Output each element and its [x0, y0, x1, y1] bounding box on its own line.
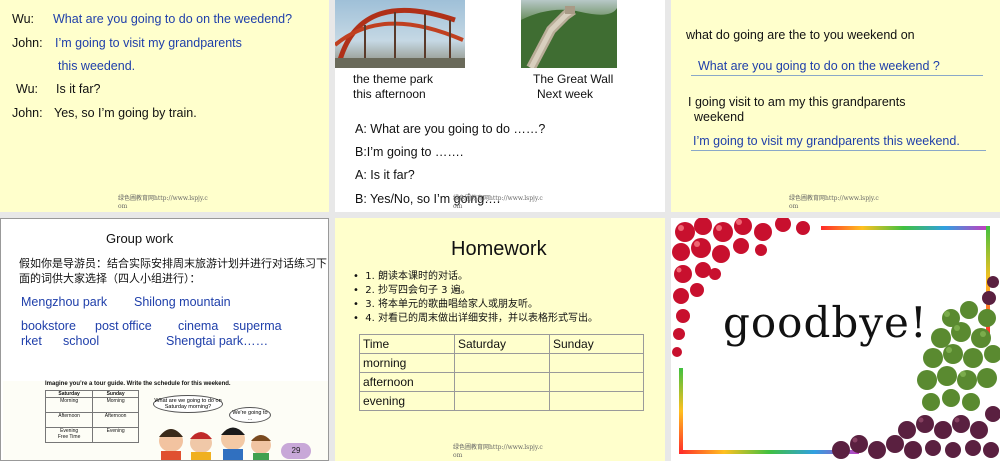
- cartoon-kids-illustration: [159, 427, 271, 460]
- textbook-image: Imagine you’re a tour guide. Write the s…: [3, 381, 328, 460]
- slide-1-dialogue[interactable]: Wu: What are you going to do on the weed…: [0, 0, 329, 212]
- mini-cell: Morning: [44, 397, 94, 413]
- answer-underline-2: [691, 150, 986, 151]
- mini-cell: Evening Free Time: [44, 427, 94, 443]
- theme-park-photo: [335, 0, 465, 68]
- place-supermarket: superma: [233, 319, 282, 333]
- pattern-question-1: A: What are you going to do ……?: [355, 122, 546, 136]
- speech-bubble-1: What are we going to do on Saturday morn…: [153, 395, 223, 413]
- bubble-text-1: What are we going to do on Saturday morn…: [154, 398, 222, 410]
- place-cinema: cinema: [178, 319, 219, 333]
- table-cell: [549, 353, 644, 373]
- table-cell-evening: evening: [359, 391, 455, 411]
- mini-cell: Evening: [92, 427, 139, 443]
- watermark: 绿色圃教育网http://www.lspjy.c om: [118, 195, 208, 210]
- image-caption: Imagine you’re a tour guide. Write the s…: [45, 381, 231, 387]
- page-number-badge: 29: [281, 443, 311, 459]
- answer-sentence-2: I’m going to visit my grandparents this …: [693, 134, 960, 148]
- place-mengzhou-park: Mengzhou park: [21, 295, 108, 309]
- slide-title: Group work: [106, 231, 174, 246]
- instruction-line-2: 面的词供大家选择（四人小组进行）：: [19, 272, 201, 285]
- answer-sentence-1: What are you going to do on the weekend …: [698, 59, 940, 73]
- slide-6-goodbye[interactable]: goodbye!: [671, 218, 1000, 461]
- homework-item: • 3. 将本单元的歌曲唱给家人或朋友听。: [353, 299, 538, 310]
- great-wall-photo: [521, 0, 617, 71]
- line-wu-2: Is it far?: [56, 82, 101, 96]
- place-school: school: [63, 334, 100, 348]
- scrambled-sentence-2: I going visit to am my this grandparents: [688, 95, 906, 109]
- table-cell-afternoon: afternoon: [359, 372, 455, 392]
- table-cell-morning: morning: [359, 353, 455, 373]
- table-header-time: Time: [359, 334, 455, 354]
- line-wu-1: What are you going to do on the weedend?: [53, 12, 293, 26]
- slide-2-places[interactable]: the theme park this afternoon The Great …: [335, 0, 665, 212]
- goodbye-text: goodbye!: [723, 298, 928, 347]
- answer-underline-1: [691, 75, 983, 76]
- mini-cell: Morning: [92, 397, 139, 413]
- place-supermarket-cont: rket: [21, 334, 42, 348]
- table-cell: [454, 372, 550, 392]
- mini-cell: Saturday: [44, 390, 94, 398]
- mini-cell: Afternoon: [92, 412, 139, 428]
- table-cell: [454, 391, 550, 411]
- watermark: 绿色圃教育网http://www.lspjy.c om: [453, 195, 543, 210]
- watermark: 绿色圃教育网http://www.lspjy.c om: [453, 444, 543, 459]
- table-cell: [454, 353, 550, 373]
- speaker-wu-1: Wu:: [12, 12, 34, 26]
- table-header-saturday: Saturday: [454, 334, 550, 354]
- instruction-line-1: 假如你是导游员：结合实际安排周末旅游计划并进行对话练习下: [19, 257, 327, 270]
- mini-schedule-table: Saturday Sunday Morning Morning Afternoon A…: [44, 390, 139, 443]
- mini-cell: Afternoon: [44, 412, 94, 428]
- homework-item: • 1. 朗读本课时的对话。: [353, 271, 468, 282]
- slide-title: Homework: [451, 238, 547, 260]
- slide-5-homework[interactable]: Homework • 1. 朗读本课时的对话。 • 2. 抄写四会句子 3 遍。…: [335, 218, 665, 461]
- speaker-wu-2: Wu:: [16, 82, 38, 96]
- homework-item: • 4. 对看已的周末做出详细安排，并以表格形式写出。: [353, 313, 598, 324]
- speaker-john-1: John:: [12, 36, 43, 50]
- line-john-1-cont: this weedend.: [58, 59, 136, 73]
- caption-great-wall: The Great Wall Next week: [533, 72, 614, 101]
- place-shilong-mountain: Shilong mountain: [134, 295, 231, 309]
- pattern-question-2: A: Is it far?: [355, 168, 415, 182]
- watermark: 绿色圃教育网http://www.lspjy.c om: [789, 195, 879, 210]
- slide-4-group-work[interactable]: Group work 假如你是导游员：结合实际安排周末旅游计划并进行对话练习下 …: [0, 218, 329, 461]
- homework-list: • 1. 朗读本课时的对话。 • 2. 抄写四会句子 3 遍。 • 3. 将本单…: [353, 270, 598, 326]
- schedule-table: Time Saturday Sunday morning afternoon e…: [359, 334, 644, 411]
- table-cell: [549, 372, 644, 392]
- speaker-john-2: John:: [12, 106, 43, 120]
- homework-item: • 2. 抄写四会句子 3 遍。: [353, 285, 471, 296]
- mini-cell: Sunday: [92, 390, 139, 398]
- scrambled-sentence-1: what do going are the to you weekend on: [686, 28, 915, 42]
- line-john-2: Yes, so I’m going by train.: [54, 106, 197, 120]
- place-bookstore: bookstore: [21, 319, 76, 333]
- caption-theme-park: the theme park this afternoon: [353, 72, 434, 101]
- place-post-office: post office: [95, 319, 152, 333]
- line-john-1: I’m going to visit my grandparents: [55, 36, 242, 50]
- pattern-answer-1: B:I’m going to …….: [355, 145, 464, 159]
- slide-3-sentences[interactable]: what do going are the to you weekend on …: [671, 0, 1000, 212]
- table-header-sunday: Sunday: [549, 334, 644, 354]
- page-number: 29: [291, 446, 301, 455]
- scrambled-sentence-2-cont: weekend: [694, 110, 745, 124]
- place-shengtai-park: Shengtai park……: [166, 334, 269, 348]
- table-cell: [549, 391, 644, 411]
